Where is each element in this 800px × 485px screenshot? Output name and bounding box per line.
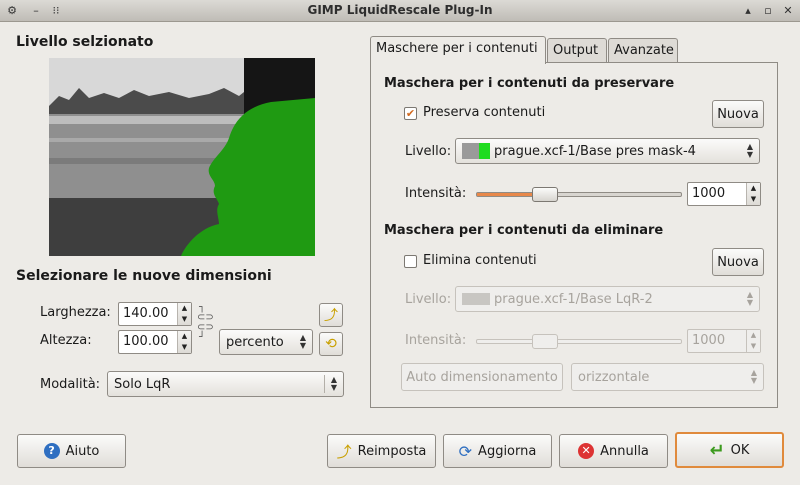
discard-down-icon[interactable]: ▼ bbox=[747, 341, 760, 352]
reset-button[interactable]: ⤴ Reimposta bbox=[327, 434, 436, 468]
preserve-layer-value: prague.xcf-1/Base pres mask-4 bbox=[494, 143, 696, 159]
discard-new-button[interactable]: Nuova bbox=[712, 248, 764, 276]
discard-intensity-spinner[interactable]: 1000 ▲ ▼ bbox=[687, 329, 761, 353]
discard-layer-select[interactable]: prague.xcf-1/Base LqR-2 ▲ ▼ bbox=[455, 286, 760, 312]
height-down-icon[interactable]: ▼ bbox=[178, 342, 191, 353]
preserve-heading: Maschera per i contenuti da preservare bbox=[384, 76, 675, 91]
apply-size-icon: ⟲ bbox=[325, 336, 337, 352]
refresh-label: Aggiorna bbox=[478, 443, 537, 459]
width-spinner[interactable]: 140.00 ▲ ▼ bbox=[118, 302, 192, 326]
discard-checkbox[interactable] bbox=[404, 255, 417, 268]
cancel-icon: ✕ bbox=[578, 443, 595, 459]
mode-select[interactable]: Solo LqR ▲ ▼ bbox=[107, 371, 344, 397]
refresh-icon: ⟳ bbox=[458, 441, 473, 461]
width-down-icon[interactable]: ▼ bbox=[178, 314, 191, 325]
aspect-chain-icon[interactable]: ┐ ⊂⊃ ⊂⊃ ┘ bbox=[197, 303, 214, 355]
orientation-select[interactable]: orizzontale ▲ ▼ bbox=[571, 363, 764, 391]
mode-label: Modalità: bbox=[40, 377, 101, 392]
cancel-button[interactable]: ✕ Annulla bbox=[559, 434, 668, 468]
ok-icon: ↵ bbox=[709, 439, 725, 461]
preserve-down-icon[interactable]: ▼ bbox=[747, 194, 760, 205]
title-bar: ⚙ – ⁝⁝ GIMP LiquidRescale Plug-In ▴ ▫ ✕ bbox=[0, 0, 800, 22]
refresh-button[interactable]: ⟳ Aggiorna bbox=[443, 434, 552, 468]
masks-panel: Maschera per i contenuti da preservare ✔… bbox=[370, 62, 778, 408]
width-label: Larghezza: bbox=[40, 305, 111, 320]
updown-icon: ▲ ▼ bbox=[750, 368, 757, 385]
updown-icon: ▲ ▼ bbox=[330, 375, 337, 392]
help-button[interactable]: ? Aiuto bbox=[17, 434, 126, 468]
preserve-intensity-handle[interactable] bbox=[532, 187, 558, 202]
window-title: GIMP LiquidRescale Plug-In bbox=[307, 3, 493, 17]
discard-intensity-value[interactable]: 1000 bbox=[688, 330, 746, 352]
window-shade-icon[interactable]: ▴ bbox=[740, 3, 756, 19]
plugin-window: ⚙ – ⁝⁝ GIMP LiquidRescale Plug-In ▴ ▫ ✕ … bbox=[0, 0, 800, 485]
preserve-up-icon[interactable]: ▲ bbox=[747, 183, 760, 194]
reset-size-button[interactable]: ⤴ bbox=[319, 303, 343, 327]
layer-heading: Livello selzionato bbox=[16, 34, 154, 50]
reset-label: Reimposta bbox=[357, 443, 427, 459]
height-label: Altezza: bbox=[40, 333, 92, 348]
auto-size-label: Auto dimensionamento bbox=[406, 369, 558, 385]
preserve-checkbox[interactable]: ✔ bbox=[404, 107, 417, 120]
discard-intensity-label: Intensità: bbox=[405, 333, 467, 348]
layer-thumbnail-icon bbox=[462, 143, 490, 159]
height-value[interactable]: 100.00 bbox=[119, 331, 177, 353]
preserve-new-button[interactable]: Nuova bbox=[712, 100, 764, 128]
close-icon[interactable]: ✕ bbox=[780, 3, 796, 19]
updown-icon: ▲ ▼ bbox=[746, 290, 753, 307]
updown-icon: ▲ ▼ bbox=[299, 333, 306, 350]
tab-content-masks[interactable]: Maschere per i contenuti bbox=[370, 36, 546, 64]
width-up-icon[interactable]: ▲ bbox=[178, 303, 191, 314]
size-heading: Selezionare le nuove dimensioni bbox=[16, 268, 272, 284]
height-spinner[interactable]: 100.00 ▲ ▼ bbox=[118, 330, 192, 354]
maximize-icon[interactable]: ▫ bbox=[760, 3, 776, 19]
discard-layer-value: prague.xcf-1/Base LqR-2 bbox=[494, 291, 653, 307]
width-value[interactable]: 140.00 bbox=[119, 303, 177, 325]
preserve-layer-select[interactable]: prague.xcf-1/Base pres mask-4 ▲ ▼ bbox=[455, 138, 760, 164]
discard-up-icon[interactable]: ▲ bbox=[747, 330, 760, 341]
unit-value: percento bbox=[226, 334, 284, 350]
preview-image bbox=[49, 58, 315, 256]
help-icon: ? bbox=[43, 443, 60, 459]
updown-icon: ▲ ▼ bbox=[746, 142, 753, 159]
discard-layer-label: Livello: bbox=[405, 292, 452, 307]
apply-size-button[interactable]: ⟲ bbox=[319, 332, 343, 356]
mode-value: Solo LqR bbox=[114, 376, 171, 392]
height-up-icon[interactable]: ▲ bbox=[178, 331, 191, 342]
preserve-checkbox-label: Preserva contenuti bbox=[423, 105, 546, 120]
reset-size-icon: ⤴ bbox=[324, 308, 338, 324]
ok-button[interactable]: ↵ OK bbox=[675, 432, 784, 468]
unit-select[interactable]: percento ▲ ▼ bbox=[219, 329, 313, 355]
discard-intensity-handle[interactable] bbox=[532, 334, 558, 349]
reset-icon: ⤴ bbox=[336, 442, 352, 461]
preserve-intensity-spinner[interactable]: 1000 ▲ ▼ bbox=[687, 182, 761, 206]
auto-size-button[interactable]: Auto dimensionamento bbox=[401, 363, 563, 391]
discard-heading: Maschera per i contenuti da eliminare bbox=[384, 223, 664, 238]
tab-advanced[interactable]: Avanzate bbox=[608, 38, 678, 63]
layer-preview bbox=[49, 58, 315, 256]
help-label: Aiuto bbox=[65, 443, 100, 459]
preserve-intensity-slider[interactable] bbox=[476, 187, 682, 202]
tab-output[interactable]: Output bbox=[547, 38, 607, 63]
layer-thumbnail-icon bbox=[462, 293, 490, 305]
discard-checkbox-label: Elimina contenuti bbox=[423, 253, 537, 268]
cancel-label: Annulla bbox=[600, 443, 649, 459]
preserve-intensity-value[interactable]: 1000 bbox=[688, 183, 746, 205]
ok-label: OK bbox=[730, 442, 750, 458]
discard-intensity-slider[interactable] bbox=[476, 334, 682, 349]
orientation-value: orizzontale bbox=[578, 369, 650, 385]
preserve-intensity-label: Intensità: bbox=[405, 186, 467, 201]
preserve-layer-label: Livello: bbox=[405, 144, 452, 159]
